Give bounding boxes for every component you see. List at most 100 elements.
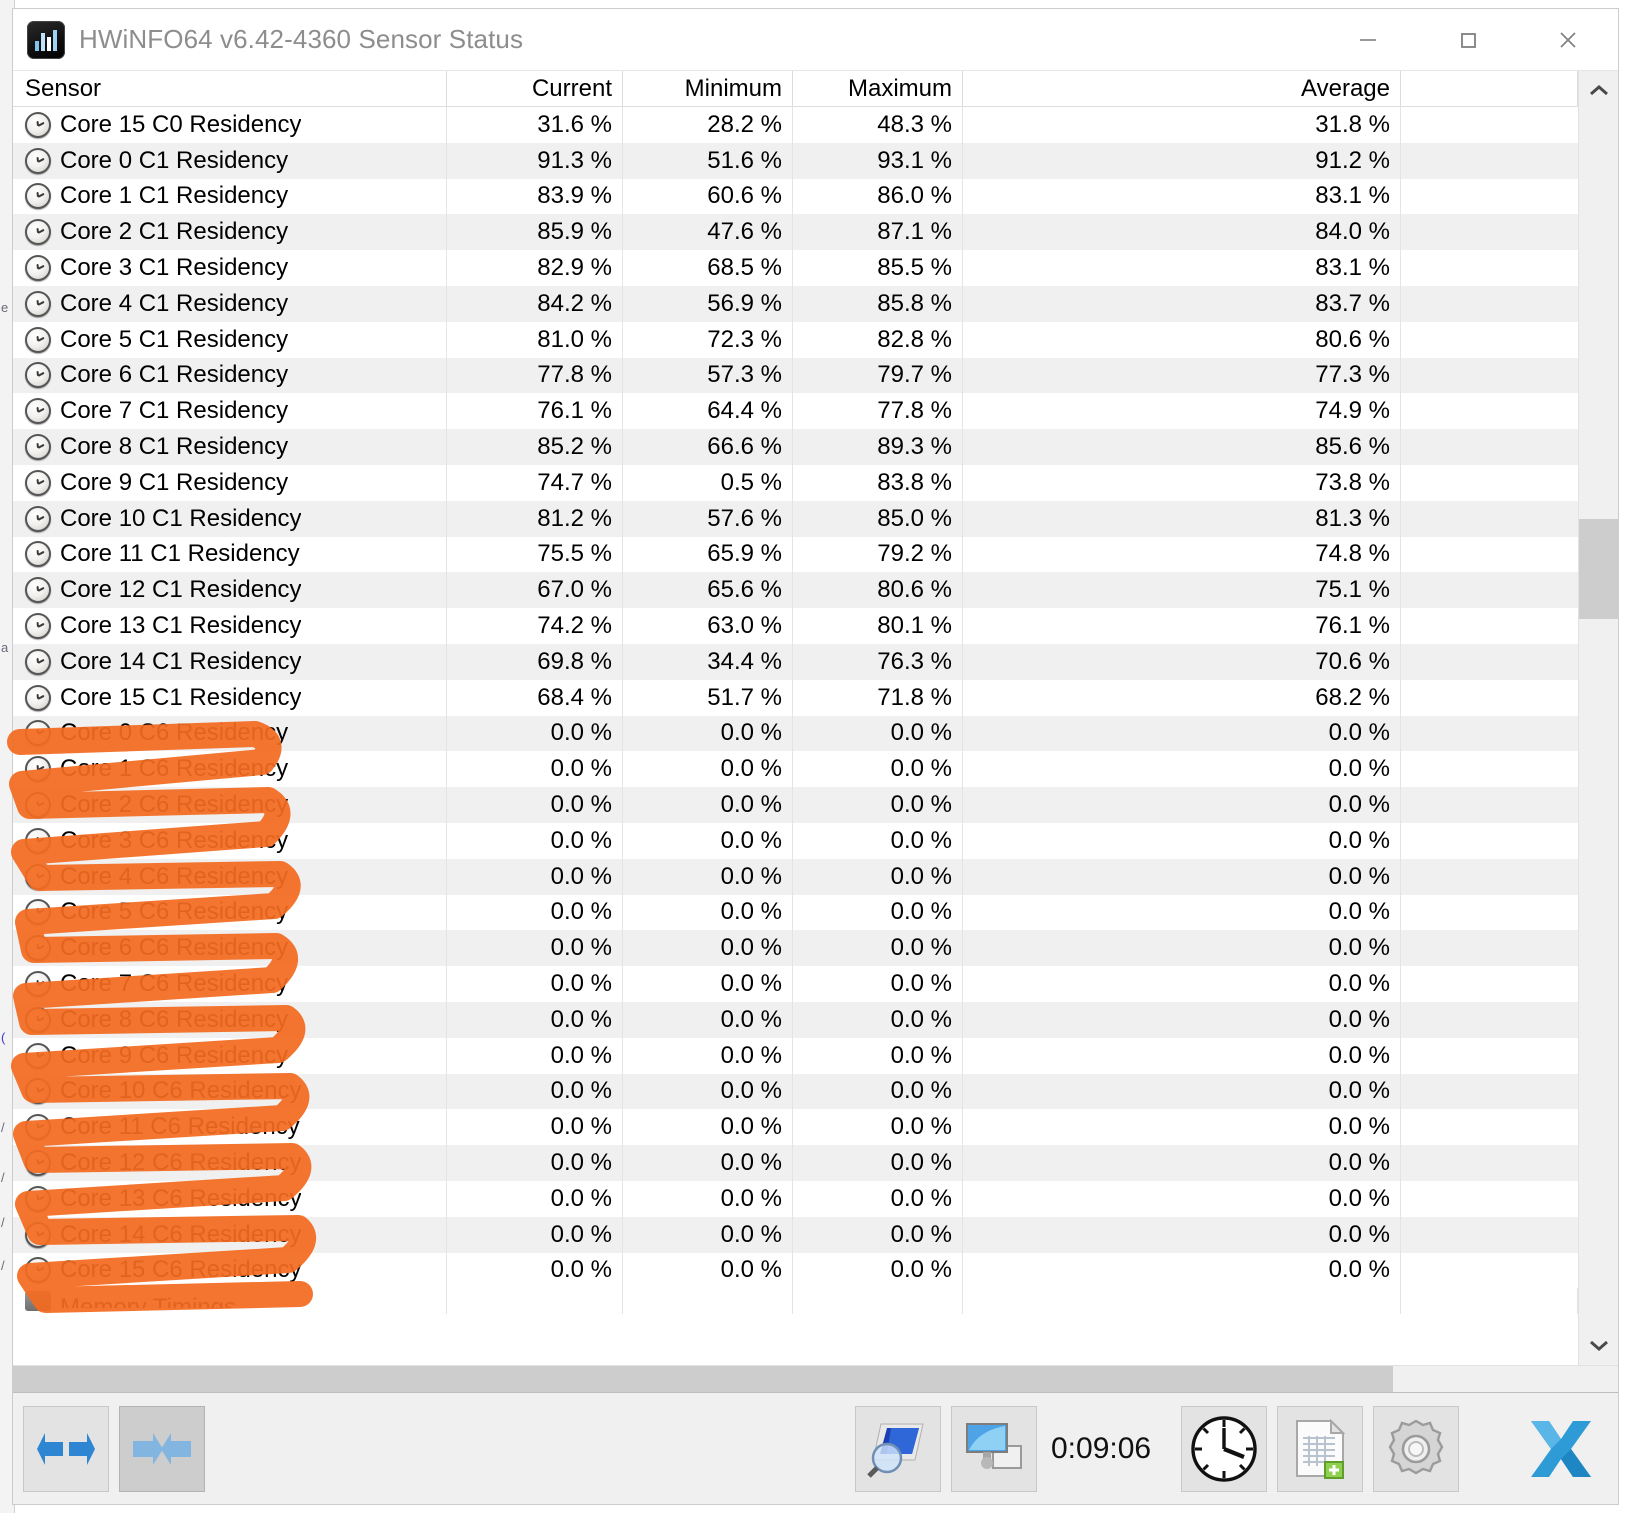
table-row[interactable]: Core 11 C6 Residency 0.0 % 0.0 % 0.0 % 0.0 % [13,1109,1578,1146]
cell-average: 91.2 % [963,142,1401,179]
cell-maximum: 0.0 % [793,715,963,752]
column-header-maximum[interactable]: Maximum [793,71,963,106]
remote-monitor-button[interactable] [951,1405,1037,1492]
vertical-scrollbar[interactable] [1578,71,1619,1365]
table-row[interactable]: Core 13 C1 Residency 74.2 % 63.0 % 80.1 % 76… [13,608,1578,644]
horizontal-scrollbar[interactable] [13,1365,1618,1392]
sensor-label: Core 1 C1 Residency [60,182,289,210]
table-row[interactable]: Core 12 C6 Residency 0.0 % 0.0 % 0.0 % 0.0 % [13,1145,1578,1181]
table-row[interactable]: Core 6 C1 Residency 77.8 % 57.3 % 79.7 % 77.… [13,357,1578,394]
sensor-settings-button[interactable] [855,1405,941,1492]
logging-button[interactable] [1277,1405,1364,1492]
table-row[interactable]: Core 2 C1 Residency 85.9 % 47.6 % 87.1 % 84.… [13,214,1578,251]
close-button[interactable] [1518,9,1618,71]
configure-button[interactable] [1373,1405,1460,1492]
cell-sensor: Core 1 C6 Residency [13,751,447,788]
cell-minimum: 0.0 % [623,858,793,895]
sensor-label: Core 10 C1 Residency [60,504,302,532]
table-row[interactable]: Core 6 C6 Residency 0.0 % 0.0 % 0.0 % 0.0 % [13,930,1578,967]
cell-maximum: 0.0 % [793,1073,963,1110]
table-row[interactable]: Core 15 C0 Residency 31.6 % 28.2 % 48.3 % 31… [13,107,1578,143]
table-row[interactable]: Core 3 C1 Residency 82.9 % 68.5 % 85.5 % 83.… [13,250,1578,286]
clock-sensor-icon [25,684,51,711]
table-row[interactable]: Core 0 C1 Residency 91.3 % 51.6 % 93.1 % 91.… [13,142,1578,179]
table-row[interactable]: Core 7 C1 Residency 76.1 % 64.4 % 77.8 % 74.… [13,393,1578,430]
table-row[interactable]: Core 3 C6 Residency 0.0 % 0.0 % 0.0 % 0.0 % [13,822,1578,859]
cell-maximum: 76.3 % [793,643,963,680]
cell-sensor: Core 7 C1 Residency [13,393,447,430]
close-app-button[interactable] [1518,1405,1604,1492]
gear-icon [1388,1419,1444,1474]
collapse-all-button[interactable] [119,1405,205,1492]
table-row[interactable]: Core 1 C6 Residency 0.0 % 0.0 % 0.0 % 0.0 % [13,751,1578,788]
table-row[interactable]: Core 11 C1 Residency 75.5 % 65.9 % 79.2 % 74… [13,536,1578,573]
table-row[interactable]: Core 2 C6 Residency 0.0 % 0.0 % 0.0 % 0.0 % [13,787,1578,823]
column-header-average[interactable]: Average [963,71,1401,106]
table-row[interactable]: Core 15 C6 Residency 0.0 % 0.0 % 0.0 % 0.0 % [13,1252,1578,1289]
table-row[interactable]: Core 10 C6 Residency 0.0 % 0.0 % 0.0 % 0.0 % [13,1073,1578,1110]
clipped-cell-spacer [1401,1288,1578,1315]
table-row[interactable]: Core 1 C1 Residency 83.9 % 60.6 % 86.0 % 83.… [13,178,1578,215]
table-row[interactable]: Core 10 C1 Residency 81.2 % 57.6 % 85.0 % 81… [13,500,1578,537]
clock-sensor-icon [25,362,51,389]
cell-sensor: Core 4 C6 Residency [13,858,447,895]
scroll-up-icon[interactable] [1579,71,1619,111]
cell-current: 67.0 % [447,572,623,609]
cell-spacer [1401,930,1578,966]
table-row[interactable]: Core 8 C6 Residency 0.0 % 0.0 % 0.0 % 0.0 % [13,1001,1578,1038]
cell-current: 75.5 % [447,536,623,573]
column-header-minimum[interactable]: Minimum [623,71,793,106]
horizontal-scrollbar-thumb[interactable] [13,1366,1393,1392]
table-row[interactable]: Core 14 C1 Residency 69.8 % 34.4 % 76.3 % 70… [13,643,1578,680]
clipped-group-row[interactable]: Memory Timings [13,1288,1578,1315]
cell-maximum: 0.0 % [793,1001,963,1038]
expand-all-button[interactable] [23,1405,109,1492]
scrollbar-thumb[interactable] [1579,519,1619,619]
cell-average: 0.0 % [963,1180,1401,1217]
table-row[interactable]: Core 12 C1 Residency 67.0 % 65.6 % 80.6 % 75… [13,572,1578,609]
maximize-button[interactable] [1418,9,1518,71]
cell-spacer [1401,716,1578,752]
cell-minimum: 51.7 % [623,679,793,716]
table-row[interactable]: Core 4 C1 Residency 84.2 % 56.9 % 85.8 % 83.… [13,285,1578,322]
scroll-down-icon[interactable] [1579,1325,1619,1365]
cell-average: 74.8 % [963,536,1401,573]
cell-spacer [1401,143,1578,179]
clock-sensor-icon [25,756,51,783]
cell-average: 0.0 % [963,715,1401,752]
sensor-label: Core 15 C0 Residency [60,110,302,138]
sensor-label: Core 15 C1 Residency [60,683,302,711]
cell-sensor: Core 8 C1 Residency [13,429,447,465]
table-row[interactable]: Core 14 C6 Residency 0.0 % 0.0 % 0.0 % 0.0 % [13,1216,1578,1253]
table-row[interactable]: Core 9 C1 Residency 74.7 % 0.5 % 83.8 % 73.8… [13,464,1578,501]
table-row[interactable]: Core 8 C1 Residency 85.2 % 66.6 % 89.3 % 85.… [13,429,1578,465]
column-header-current[interactable]: Current [447,71,623,106]
cell-maximum: 77.8 % [793,393,963,430]
table-row[interactable]: Core 15 C1 Residency 68.4 % 51.7 % 71.8 % 68… [13,679,1578,716]
sensor-label: Core 5 C1 Residency [60,325,289,353]
clock-sensor-icon [25,792,51,819]
cell-minimum: 0.0 % [623,894,793,931]
cell-spacer [1401,214,1578,250]
cell-spacer [1401,537,1578,573]
cell-current: 82.9 % [447,250,623,286]
reset-timer-button[interactable] [1181,1405,1268,1492]
sensor-label: Core 8 C1 Residency [60,433,289,461]
clock-sensor-icon [25,1042,51,1069]
cell-spacer [1401,644,1578,680]
cell-spacer [1401,1109,1578,1145]
table-row[interactable]: Core 0 C6 Residency 0.0 % 0.0 % 0.0 % 0.0 % [13,715,1578,752]
cell-spacer [1401,1253,1578,1289]
cell-spacer [1401,358,1578,394]
cell-maximum: 0.0 % [793,1145,963,1181]
table-row[interactable]: Core 13 C6 Residency 0.0 % 0.0 % 0.0 % 0.0 % [13,1180,1578,1217]
cell-spacer [1401,286,1578,322]
table-row[interactable]: Core 7 C6 Residency 0.0 % 0.0 % 0.0 % 0.0 % [13,966,1578,1002]
minimize-button[interactable] [1318,9,1418,71]
table-row[interactable]: Core 4 C6 Residency 0.0 % 0.0 % 0.0 % 0.0 % [13,858,1578,895]
table-row[interactable]: Core 5 C1 Residency 81.0 % 72.3 % 82.8 % 80.… [13,321,1578,358]
sensor-label: Core 3 C6 Residency [60,826,289,854]
table-row[interactable]: Core 9 C6 Residency 0.0 % 0.0 % 0.0 % 0.0 % [13,1037,1578,1074]
table-row[interactable]: Core 5 C6 Residency 0.0 % 0.0 % 0.0 % 0.0 % [13,894,1578,931]
column-header-sensor[interactable]: Sensor [13,71,447,106]
